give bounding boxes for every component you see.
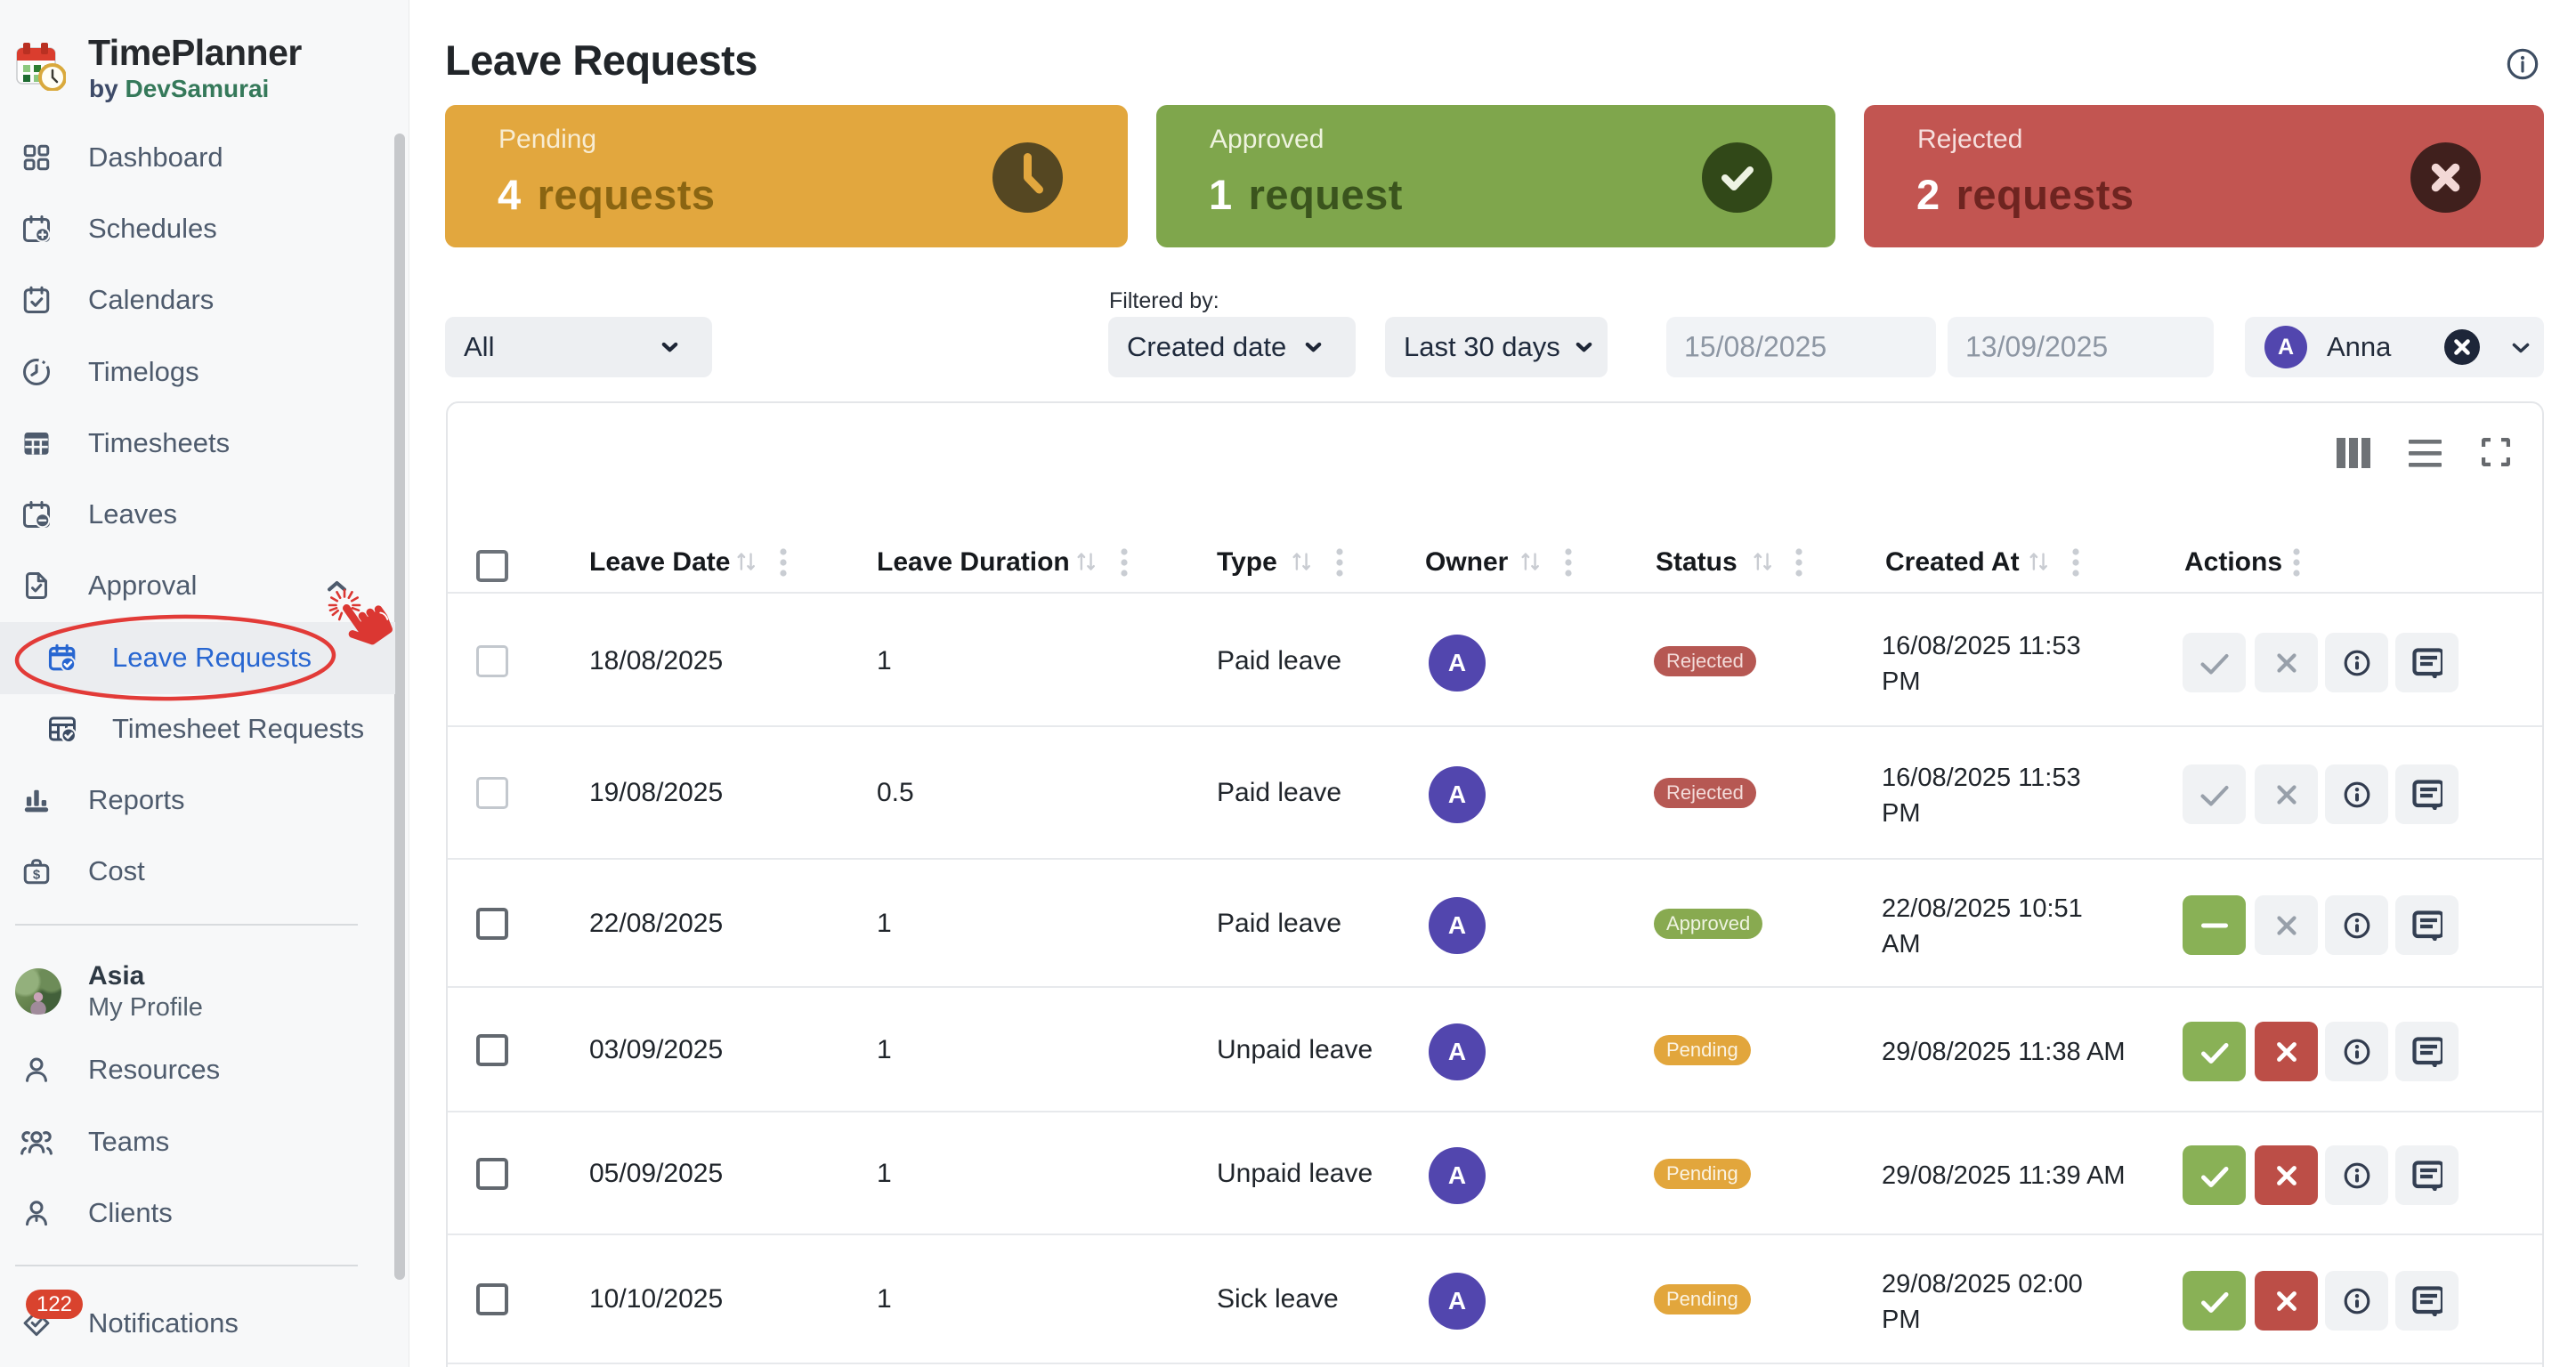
svg-text:$: $ — [33, 867, 41, 882]
